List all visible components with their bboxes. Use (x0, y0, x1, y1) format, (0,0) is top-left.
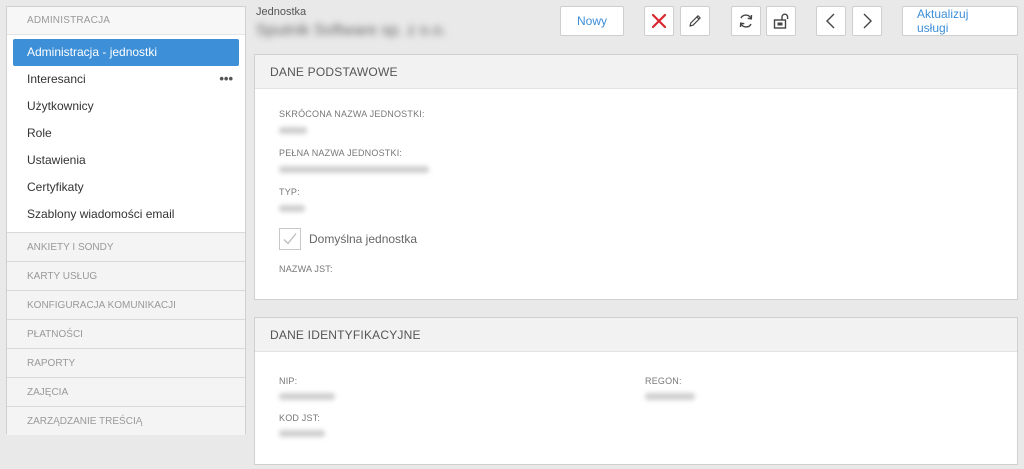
sidebar-item-label: Ustawienia (27, 153, 86, 167)
default-unit-checkbox[interactable]: Domyślna jednostka (279, 228, 417, 250)
panel-title: DANE PODSTAWOWE (255, 55, 1017, 89)
identification-data-panel: DANE IDENTYFIKACYJNE NIP: REGON: KOD JST… (254, 317, 1018, 465)
sidebar-item-label: Użytkownicy (27, 99, 94, 113)
jst-name-label: NAZWA JST: (279, 264, 333, 274)
edit-icon (689, 15, 701, 27)
default-unit-label: Domyślna jednostka (309, 232, 418, 246)
type-value (279, 205, 305, 212)
full-name-value (279, 166, 429, 173)
sidebar-item-administracja-jednostki[interactable]: Administracja - jednostki (13, 39, 239, 66)
sidebar-items: Administracja - jednostki Interesanci ••… (7, 35, 245, 232)
chevron-right-icon (863, 13, 872, 29)
sidebar-item-label: Role (27, 126, 52, 140)
sidebar-item-certyfikaty[interactable]: Certyfikaty (13, 174, 239, 201)
regon-value (645, 393, 695, 400)
regon-label: REGON: (645, 376, 682, 386)
sidebar-section-raporty[interactable]: RAPORTY (7, 348, 245, 377)
sidebar-header[interactable]: ADMINISTRACJA (7, 7, 245, 35)
sidebar-section-konfiguracja[interactable]: KONFIGURACJA KOMUNIKACJI (7, 290, 245, 319)
entity-label: Jednostka (256, 6, 307, 18)
sidebar-item-interesanci[interactable]: Interesanci ••• (13, 66, 239, 93)
kod-jst-value (279, 430, 325, 437)
short-name-value (279, 127, 307, 134)
sidebar-section-ankiety[interactable]: ANKIETY I SONDY (7, 232, 245, 261)
sidebar-section-zajecia[interactable]: ZAJĘCIA (7, 377, 245, 406)
sidebar-item-label: Interesanci (27, 72, 86, 86)
sidebar: ADMINISTRACJA Administracja - jednostki … (6, 6, 246, 435)
sidebar-item-label: Administracja - jednostki (27, 45, 158, 59)
sidebar-section-platnosci[interactable]: PŁATNOŚCI (7, 319, 245, 348)
refresh-button[interactable] (731, 6, 761, 36)
previous-button[interactable] (816, 6, 846, 36)
checkmark-icon (283, 233, 297, 245)
nip-label: NIP: (279, 376, 298, 386)
sidebar-item-uzytkownicy[interactable]: Użytkownicy (13, 93, 239, 120)
chevron-left-icon (826, 13, 835, 29)
delete-button[interactable] (644, 6, 674, 36)
full-name-label: PEŁNA NAZWA JEDNOSTKI: (279, 148, 403, 158)
more-options-icon[interactable]: ••• (219, 65, 233, 92)
next-button[interactable] (852, 6, 882, 36)
refresh-icon (739, 14, 753, 28)
checkbox[interactable] (279, 228, 301, 250)
unlock-button[interactable] (766, 6, 796, 36)
edit-button[interactable] (680, 6, 710, 36)
short-name-label: SKRÓCONA NAZWA JEDNOSTKI: (279, 109, 425, 119)
nip-value (279, 393, 335, 400)
sidebar-section-karty-uslug[interactable]: KARTY USŁUG (7, 261, 245, 290)
sidebar-item-szablony[interactable]: Szablony wiadomości email (13, 201, 239, 228)
entity-name: Sputnik Software sp. z o.o. (256, 22, 447, 39)
sidebar-item-role[interactable]: Role (13, 120, 239, 147)
basic-data-panel: DANE PODSTAWOWE SKRÓCONA NAZWA JEDNOSTKI… (254, 54, 1018, 300)
update-services-button[interactable]: Aktualizuj usługi (902, 6, 1018, 36)
sidebar-item-ustawienia[interactable]: Ustawienia (13, 147, 239, 174)
type-label: TYP: (279, 187, 300, 197)
kod-jst-label: KOD JST: (279, 413, 321, 423)
panel-title: DANE IDENTYFIKACYJNE (255, 318, 1017, 352)
delete-icon (651, 13, 667, 29)
unlock-icon (773, 13, 789, 29)
sidebar-section-zarzadzanie[interactable]: ZARZĄDZANIE TREŚCIĄ (7, 406, 245, 435)
new-button[interactable]: Nowy (560, 6, 624, 36)
sidebar-item-label: Certyfikaty (27, 180, 84, 194)
sidebar-item-label: Szablony wiadomości email (27, 207, 175, 221)
